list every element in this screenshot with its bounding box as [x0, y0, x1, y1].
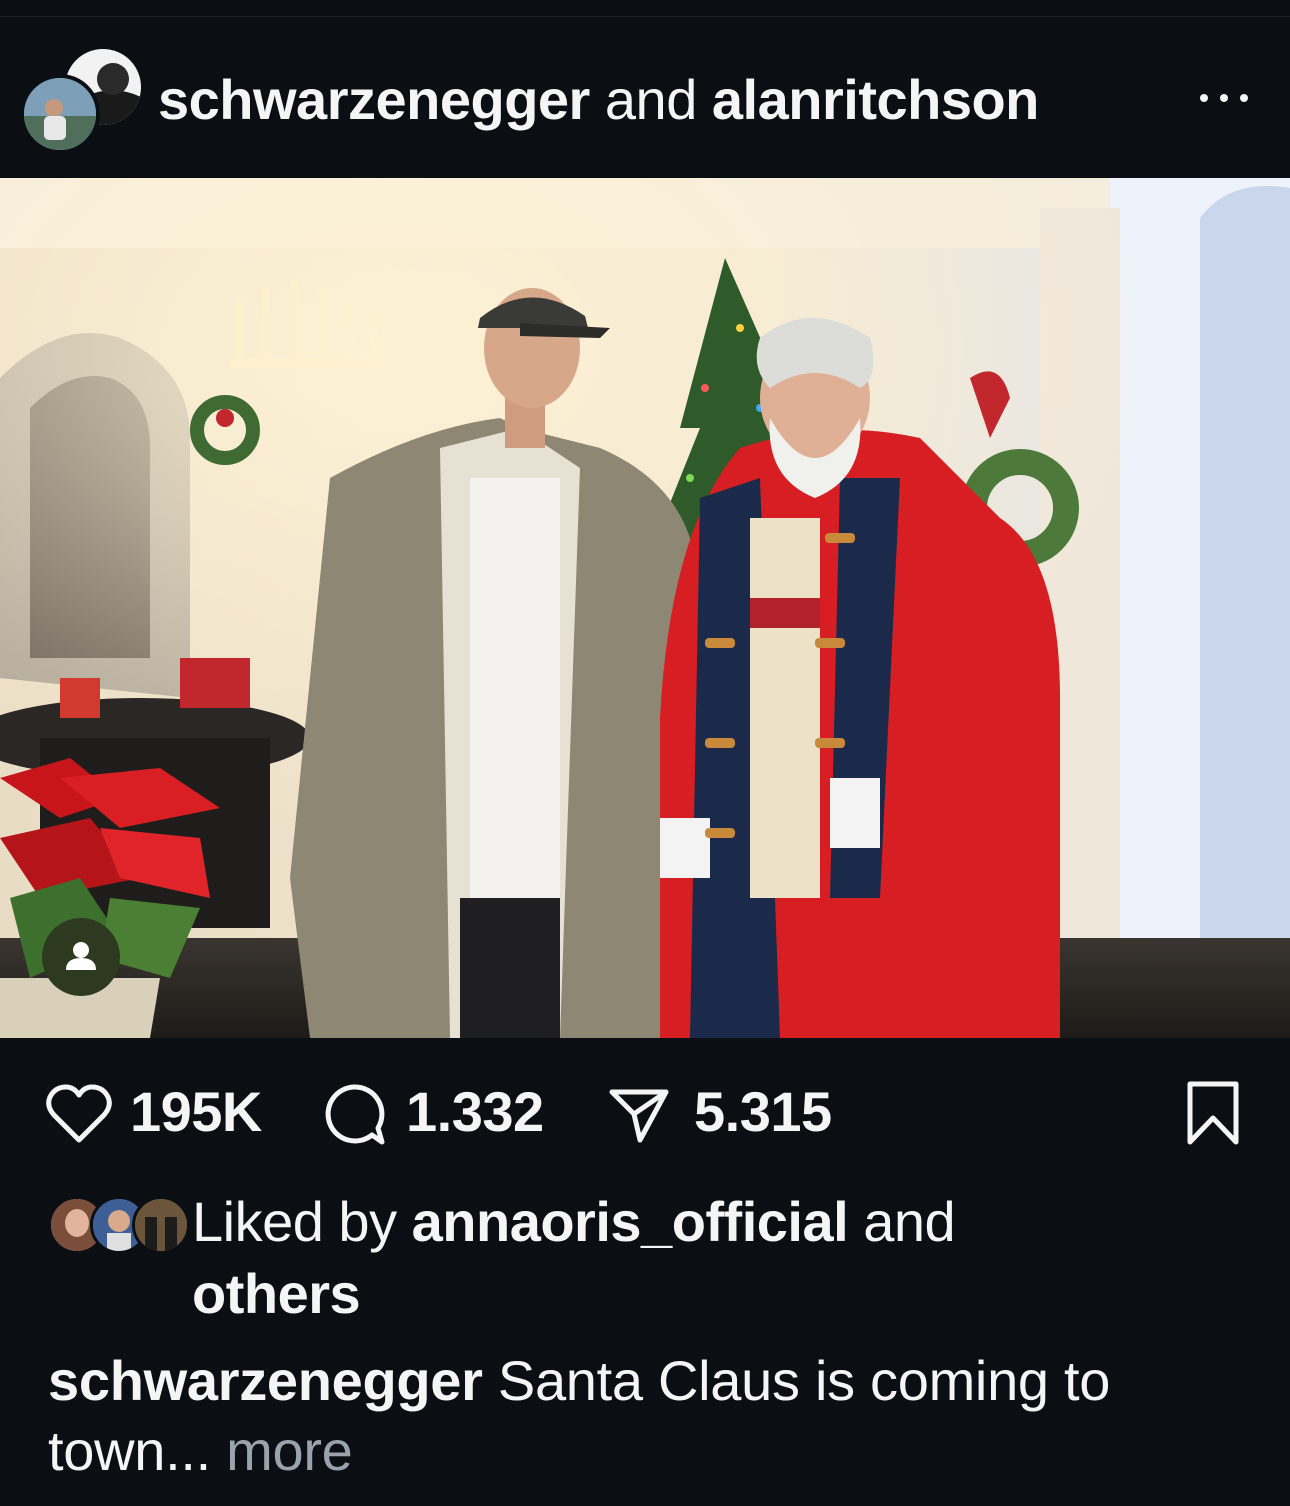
caption-more-link[interactable]: more — [226, 1419, 353, 1482]
liked-by-avatars[interactable] — [48, 1196, 190, 1254]
comments-count[interactable]: 1.332 — [406, 1080, 544, 1144]
author-username[interactable]: schwarzenegger — [158, 68, 590, 131]
post-photo[interactable] — [0, 178, 1290, 1038]
liked-by-prefix: Liked by — [192, 1190, 397, 1253]
post-caption: schwarzenegger Santa Claus is coming to … — [48, 1346, 1258, 1486]
bookmark-icon[interactable] — [1186, 1080, 1240, 1146]
post-header: schwarzenegger and alanritchson — [0, 40, 1290, 160]
heart-icon[interactable] — [46, 1084, 112, 1144]
caption-username[interactable]: schwarzenegger — [48, 1349, 483, 1412]
top-divider — [0, 16, 1290, 17]
avatar-author[interactable] — [20, 74, 100, 154]
collab-avatars[interactable] — [20, 46, 144, 154]
send-icon[interactable] — [608, 1086, 670, 1144]
comment-icon[interactable] — [322, 1082, 386, 1146]
ellipsis-icon[interactable] — [1198, 88, 1250, 108]
person-tag-icon[interactable] — [42, 918, 120, 996]
liked-by-username[interactable]: annaoris_official — [412, 1190, 849, 1253]
header-connector: and — [604, 68, 697, 131]
likes-count[interactable]: 195K — [130, 1080, 262, 1144]
collaborator-username[interactable]: alanritchson — [712, 68, 1039, 131]
avatar — [132, 1196, 190, 1254]
action-bar: 195K 1.332 5.315 — [0, 1072, 1290, 1152]
liked-by-suffix: and — [863, 1190, 956, 1253]
liked-by-others[interactable]: others — [192, 1262, 361, 1325]
post-header-title: schwarzenegger and alanritchson — [158, 68, 1039, 132]
shares-count[interactable]: 5.315 — [694, 1080, 832, 1144]
liked-by-text: Liked by annaoris_official and others — [192, 1186, 1252, 1330]
